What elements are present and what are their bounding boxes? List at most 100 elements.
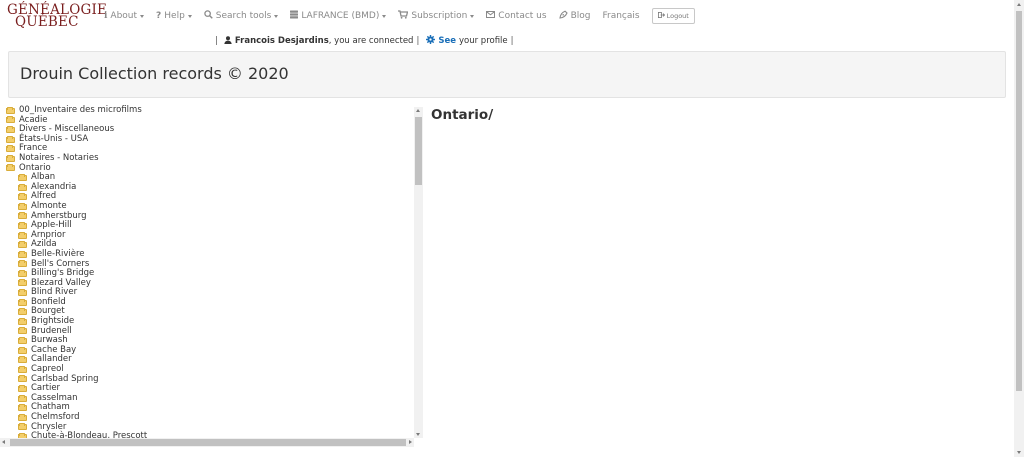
folder-icon — [18, 231, 27, 239]
caret-down-icon — [382, 14, 387, 18]
scroll-thumb[interactable] — [10, 439, 406, 446]
folder-icon — [18, 394, 27, 402]
user-icon — [224, 36, 232, 46]
folder-icon — [18, 346, 27, 354]
tree-horizontal-scrollbar[interactable] — [0, 438, 414, 447]
folder-icon — [18, 317, 27, 325]
tree-child-item[interactable]: Callander — [6, 355, 414, 365]
nav-contact[interactable]: Contact us — [486, 11, 547, 21]
tree-child-item[interactable]: Alfred — [6, 192, 414, 202]
envelope-icon — [486, 11, 496, 21]
folder-icon — [18, 337, 27, 345]
folder-icon — [6, 135, 15, 143]
scroll-right-arrow-icon[interactable] — [409, 440, 412, 444]
tree-child-item[interactable]: Arnprior — [6, 230, 414, 241]
scroll-left-arrow-icon[interactable] — [2, 440, 5, 444]
folder-icon — [6, 125, 15, 133]
site-logo[interactable]: GÉNÉALOGIE QUÉBEC — [7, 2, 107, 30]
folder-icon — [18, 365, 27, 373]
nav-help-label: Help — [164, 11, 185, 21]
folder-icon — [18, 423, 27, 431]
scroll-down-arrow-icon[interactable] — [1016, 451, 1021, 454]
caret-down-icon — [470, 14, 475, 18]
scroll-up-arrow-icon[interactable] — [1016, 3, 1021, 6]
folder-icon — [18, 260, 27, 268]
scroll-thumb[interactable] — [1016, 11, 1022, 391]
cart-icon — [398, 10, 409, 22]
scroll-up-arrow-icon[interactable] — [416, 109, 420, 112]
blog-icon — [558, 10, 568, 22]
logout-label: Logout — [666, 12, 689, 20]
tree-root-item[interactable]: Notaires - Notaries — [6, 153, 414, 164]
separator: | — [416, 36, 420, 46]
folder-icon — [18, 375, 27, 383]
folder-icon — [18, 279, 27, 287]
folder-tree-panel: 00_Inventaire des microfilms Acadie Divers… — [0, 104, 424, 447]
nav-contact-label: Contact us — [498, 11, 547, 21]
tree-child-item[interactable]: Alexandria — [6, 182, 414, 193]
folder-icon — [18, 173, 27, 181]
nav-search-tools[interactable]: Search tools — [204, 10, 279, 22]
caret-down-icon — [140, 14, 145, 18]
folder-icon — [18, 298, 27, 306]
database-icon — [290, 10, 299, 22]
top-navbar: GÉNÉALOGIE QUÉBEC i About ? Help Search … — [0, 0, 1014, 32]
nav-about[interactable]: i About — [104, 11, 145, 21]
folder-icon — [6, 145, 15, 153]
nav-subscription-label: Subscription — [411, 11, 468, 21]
caret-down-icon — [274, 14, 279, 18]
page-header-panel: Drouin Collection records © 2020 — [8, 51, 1006, 98]
see-profile-link[interactable]: See — [438, 36, 456, 46]
tree-child-item[interactable]: Bonfield — [6, 297, 414, 308]
folder-icon — [18, 212, 27, 220]
tree-child-item[interactable]: Chelmsford — [6, 412, 414, 423]
nav-help[interactable]: ? Help — [156, 11, 192, 21]
folder-icon — [6, 116, 15, 124]
question-icon: ? — [156, 11, 162, 21]
connected-status: , you are connected — [328, 36, 414, 46]
scroll-down-arrow-icon[interactable] — [416, 433, 420, 436]
gear-icon[interactable] — [426, 35, 436, 47]
folder-icon — [18, 202, 27, 210]
tree-root-item[interactable]: États-Unis - USA — [6, 134, 414, 145]
caret-down-icon — [187, 14, 192, 18]
nav-language[interactable]: Français — [602, 11, 639, 21]
folder-icon — [18, 385, 27, 393]
user-name: Francois Desjardins — [234, 36, 329, 46]
folder-icon — [18, 193, 27, 201]
scroll-thumb[interactable] — [415, 117, 422, 185]
folder-icon — [6, 154, 15, 162]
folder-icon — [18, 413, 27, 421]
tree-child-item[interactable]: Carlsbad Spring — [6, 374, 414, 385]
folder-icon — [18, 289, 27, 297]
tree-child-item[interactable]: Apple-Hill — [6, 221, 414, 231]
main-nav: i About ? Help Search tools LAFRANCE (BM… — [104, 0, 695, 32]
nav-lafrance[interactable]: LAFRANCE (BMD) — [290, 10, 387, 22]
nav-search-tools-label: Search tools — [215, 11, 272, 21]
page-scrollbar[interactable] — [1014, 0, 1024, 457]
info-icon: i — [104, 11, 108, 21]
sign-out-icon — [657, 12, 665, 20]
content-title: Ontario/ — [431, 107, 494, 123]
page-title: Drouin Collection records © 2020 — [20, 64, 289, 83]
logout-button[interactable]: Logout — [651, 8, 695, 24]
search-icon — [204, 10, 213, 22]
folder-icon — [18, 183, 27, 191]
folder-icon — [18, 404, 27, 412]
nav-language-label: Français — [602, 11, 640, 21]
folder-tree: 00_Inventaire des microfilms Acadie Divers… — [6, 105, 414, 442]
nav-lafrance-label: LAFRANCE (BMD) — [301, 11, 380, 21]
separator: | — [510, 36, 514, 46]
tree-root-item[interactable]: 00_Inventaire des microfilms — [6, 105, 414, 116]
connected-user-bar: | Francois Desjardins , you are connecte… — [212, 35, 517, 47]
separator: | — [215, 36, 218, 46]
logo-line-2: QUÉBEC — [15, 14, 79, 30]
tree-vertical-scrollbar[interactable] — [414, 107, 423, 438]
folder-icon — [18, 269, 27, 277]
nav-blog[interactable]: Blog — [558, 10, 591, 22]
nav-subscription[interactable]: Subscription — [398, 10, 475, 22]
nav-blog-label: Blog — [570, 11, 591, 21]
tree-child-item[interactable]: Blind River — [6, 288, 414, 298]
tree-root-item[interactable]: Ontario — [6, 163, 414, 174]
folder-icon — [18, 221, 27, 229]
